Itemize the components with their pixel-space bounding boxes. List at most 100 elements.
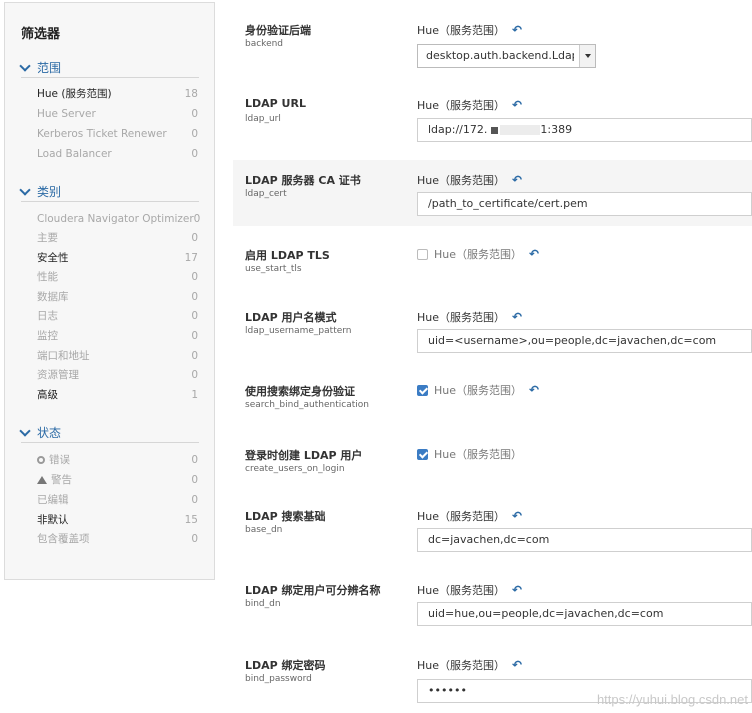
filter-item-warning[interactable]: 警告 0 <box>37 473 198 487</box>
search-bind-checkbox[interactable] <box>417 384 428 396</box>
ldap-cert-input[interactable]: /path_to_certificate/cert.pem <box>417 192 752 216</box>
filter-item-label: Cloudera Navigator Optimizer <box>37 213 194 225</box>
filter-item-advanced[interactable]: 高级 1 <box>37 388 198 402</box>
config-key: ldap_username_pattern <box>245 326 352 336</box>
filter-item-resource-mgmt[interactable]: 资源管理 0 <box>37 368 198 382</box>
config-name: LDAP 绑定密码 <box>245 659 326 672</box>
filter-sidebar: 筛选器 范围 Hue (服务范围) 18 Hue Server 0 Kerber… <box>4 2 215 580</box>
config-key: search_bind_authentication <box>245 400 369 410</box>
filter-item-hue-service[interactable]: Hue (服务范围) 18 <box>37 87 198 101</box>
create-users-checkbox[interactable] <box>417 448 428 460</box>
redacted-blur <box>500 125 541 135</box>
config-name: 身份验证后端 <box>245 24 311 37</box>
base-dn-input[interactable]: dc=javachen,dc=com <box>417 528 752 552</box>
config-scope: Hue（服务范围） <box>417 446 522 462</box>
chevron-down-icon <box>19 184 31 196</box>
ldap-url-input[interactable]: ldap://172. 1:389 <box>417 118 752 142</box>
config-name: LDAP 服务器 CA 证书 <box>245 174 361 187</box>
section-status-label: 状态 <box>37 426 62 440</box>
config-name: 使用搜索绑定身份验证 <box>245 385 355 398</box>
filter-item-load-balancer[interactable]: Load Balancer 0 <box>37 147 198 161</box>
bind-dn-input[interactable]: uid=hue,ou=people,dc=javachen,dc=com <box>417 602 752 626</box>
section-category-toggle[interactable]: 类别 <box>19 183 61 200</box>
filter-item-label: Hue Server <box>37 108 96 120</box>
filter-item-database[interactable]: 数据库 0 <box>37 290 198 304</box>
section-scope-toggle[interactable]: 范围 <box>19 59 61 76</box>
filter-item-label: 高级 <box>37 389 58 401</box>
config-key: ldap_cert <box>245 189 287 199</box>
scope-label: Hue（服务范围） <box>434 448 523 461</box>
undo-icon[interactable]: ↶ <box>512 98 522 112</box>
filter-item-label: 主要 <box>37 232 58 244</box>
filter-item-count: 1 <box>191 389 198 401</box>
filter-item-count: 15 <box>184 514 198 526</box>
undo-icon[interactable]: ↶ <box>529 383 539 397</box>
filter-item-non-default[interactable]: 非默认 15 <box>37 513 198 527</box>
divider <box>21 201 199 202</box>
filter-item-label: 性能 <box>37 271 58 283</box>
username-pattern-input[interactable]: uid=<username>,ou=people,dc=javachen,dc=… <box>417 329 752 353</box>
config-key: create_users_on_login <box>245 464 345 474</box>
config-name: 启用 LDAP TLS <box>245 249 330 262</box>
config-key: bind_dn <box>245 599 281 609</box>
config-row-ldap-url: LDAP URL ldap_url Hue（服务范围） ↶ ldap://172… <box>233 80 752 160</box>
config-key: use_start_tls <box>245 264 302 274</box>
filter-item-ports[interactable]: 端口和地址 0 <box>37 349 198 363</box>
config-scope: Hue（服务范围） ↶ <box>417 582 522 598</box>
scope-label: Hue（服务范围） <box>417 311 506 324</box>
scope-label: Hue（服务范围） <box>434 384 523 397</box>
undo-icon[interactable]: ↶ <box>512 509 522 523</box>
input-value-suffix: 1:389 <box>540 123 573 136</box>
filter-item-navigator-optimizer[interactable]: Cloudera Navigator Optimizer 0 <box>37 212 200 226</box>
undo-icon[interactable]: ↶ <box>512 23 522 37</box>
divider <box>21 442 199 443</box>
select-value: desktop.auth.backend.LdapB <box>426 49 574 62</box>
undo-icon[interactable]: ↶ <box>512 583 522 597</box>
section-category-label: 类别 <box>37 185 62 199</box>
filter-item-has-overrides[interactable]: 包含覆盖项 0 <box>37 532 198 546</box>
filter-item-edited[interactable]: 已编辑 0 <box>37 493 198 507</box>
filter-item-label: 已编辑 <box>37 494 69 506</box>
scope-label: Hue（服务范围） <box>417 174 506 187</box>
config-row-base-dn: LDAP 搜索基础 base_dn Hue（服务范围） ↶ dc=javache… <box>233 500 752 575</box>
filter-item-count: 0 <box>191 108 198 120</box>
config-key: base_dn <box>245 525 283 535</box>
chevron-down-icon <box>19 60 31 72</box>
filter-item-error[interactable]: 错误 0 <box>37 453 198 467</box>
filter-item-count: 0 <box>191 350 198 362</box>
scope-label: Hue（服务范围） <box>417 510 506 523</box>
section-status-toggle[interactable]: 状态 <box>19 424 61 441</box>
use-start-tls-checkbox[interactable] <box>417 248 428 260</box>
filter-item-logs[interactable]: 日志 0 <box>37 309 198 323</box>
watermark: https://yuhui.blog.csdn.net <box>596 692 748 707</box>
filter-item-count: 0 <box>191 271 198 283</box>
filter-item-label: 非默认 <box>37 514 69 526</box>
undo-icon[interactable]: ↶ <box>529 247 539 261</box>
config-key: ldap_url <box>245 114 281 124</box>
scope-label: Hue（服务范围） <box>417 24 506 37</box>
filter-item-hue-server[interactable]: Hue Server 0 <box>37 107 198 121</box>
filter-item-label: 数据库 <box>37 291 69 303</box>
config-scope: Hue（服务范围） ↶ <box>417 172 522 188</box>
filter-item-count: 18 <box>184 88 198 100</box>
filter-item-monitoring[interactable]: 监控 0 <box>37 329 198 343</box>
chevron-down-icon[interactable] <box>579 45 595 67</box>
config-row-create-users: 登录时创建 LDAP 用户 create_users_on_login Hue（… <box>233 435 752 500</box>
undo-icon[interactable]: ↶ <box>512 310 522 324</box>
filter-item-security[interactable]: 安全性 17 <box>37 251 198 265</box>
filter-item-count: 0 <box>191 474 198 486</box>
backend-select[interactable]: desktop.auth.backend.LdapB <box>417 44 596 68</box>
filter-item-count: 0 <box>191 291 198 303</box>
filter-item-main[interactable]: 主要 0 <box>37 231 198 245</box>
config-scope: Hue（服务范围） ↶ <box>417 657 522 673</box>
config-row-search-bind: 使用搜索绑定身份验证 search_bind_authentication Hu… <box>233 370 752 435</box>
undo-icon[interactable]: ↶ <box>512 658 522 672</box>
filter-item-count: 0 <box>191 128 198 140</box>
filter-item-label: 包含覆盖项 <box>37 533 90 545</box>
filter-item-kerberos[interactable]: Kerberos Ticket Renewer 0 <box>37 127 198 141</box>
config-name: LDAP 绑定用户可分辨名称 <box>245 584 381 597</box>
filter-item-performance[interactable]: 性能 0 <box>37 270 198 284</box>
filter-item-count: 0 <box>191 310 198 322</box>
config-row-ldap-cert: LDAP 服务器 CA 证书 ldap_cert Hue（服务范围） ↶ /pa… <box>233 160 752 226</box>
undo-icon[interactable]: ↶ <box>512 173 522 187</box>
